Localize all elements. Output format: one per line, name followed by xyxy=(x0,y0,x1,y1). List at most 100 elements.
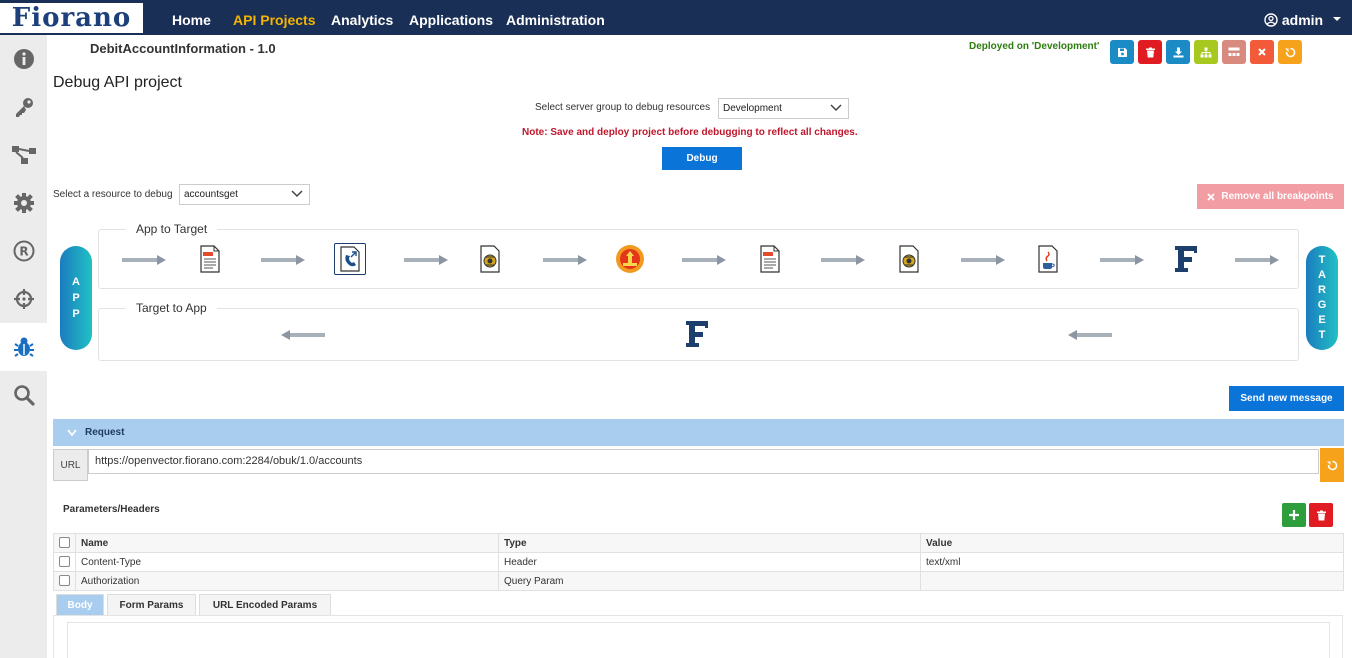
body-editor[interactable] xyxy=(67,622,1330,658)
close-project-button[interactable] xyxy=(1250,40,1274,64)
url-input[interactable]: https://openvector.fiorano.com:2284/obuk… xyxy=(88,449,1319,474)
java-policy-icon xyxy=(1038,245,1058,273)
param-name[interactable]: Authorization xyxy=(75,571,499,591)
delete-project-button[interactable] xyxy=(1138,40,1162,64)
flow-node[interactable] xyxy=(614,243,646,275)
sidebar-item-search[interactable] xyxy=(0,371,47,419)
resource-label: Select a resource to debug xyxy=(53,189,173,200)
table-row[interactable]: Content-Type Header text/xml xyxy=(53,552,1344,572)
sidebar-item-flows[interactable] xyxy=(0,131,47,179)
nav-analytics[interactable]: Analytics xyxy=(331,0,393,35)
resource-select[interactable]: accountsget xyxy=(179,184,310,205)
server-group-label: Select server group to debug resources xyxy=(535,102,711,113)
url-reset-button[interactable] xyxy=(1320,448,1344,482)
flow-node-selected[interactable] xyxy=(334,243,366,275)
select-all-cell xyxy=(53,533,76,553)
sidebar-item-keys[interactable] xyxy=(0,83,47,131)
app-letter: A xyxy=(72,276,80,288)
flow-arrow-right xyxy=(1100,255,1144,265)
column-header-type: Type xyxy=(498,533,921,553)
tab-body[interactable]: Body xyxy=(56,594,104,616)
flow-arrow-right xyxy=(404,255,448,265)
trash-icon xyxy=(1316,510,1326,520)
fiorano-f-icon xyxy=(686,321,708,347)
nav-administration[interactable]: Administration xyxy=(506,0,605,35)
sidebar-item-target[interactable] xyxy=(0,275,47,323)
add-param-button[interactable] xyxy=(1282,503,1306,527)
undeploy-icon xyxy=(1228,47,1240,56)
deploy-note: Note: Save and deploy project before deb… xyxy=(522,127,858,138)
remove-breakpoints-label: Remove all breakpoints xyxy=(1221,191,1334,202)
table-row[interactable]: Authorization Query Param xyxy=(53,571,1344,591)
flow-node[interactable] xyxy=(754,243,786,275)
search-icon xyxy=(13,385,35,406)
sidebar-item-info[interactable] xyxy=(0,35,47,83)
flow-arrow-right xyxy=(682,255,726,265)
user-menu[interactable]: admin xyxy=(1264,0,1342,35)
flow-icon xyxy=(11,146,36,164)
flow-node[interactable] xyxy=(1170,243,1202,275)
flow-arrow-right xyxy=(1235,255,1279,265)
project-title: DebitAccountInformation - 1.0 xyxy=(90,41,276,56)
debug-button[interactable]: Debug xyxy=(662,147,742,170)
target-to-app-title: Target to App xyxy=(126,301,217,315)
request-title: Request xyxy=(85,427,125,438)
nav-home[interactable]: Home xyxy=(172,0,211,35)
sidebar-item-registered[interactable]: R xyxy=(0,227,47,275)
flow-node[interactable] xyxy=(1032,243,1064,275)
save-button[interactable] xyxy=(1110,40,1134,64)
page-title: Debug API project xyxy=(53,74,182,91)
nav-api-projects[interactable]: API Projects xyxy=(233,0,315,35)
hierarchy-button[interactable] xyxy=(1194,40,1218,64)
close-icon xyxy=(1207,192,1215,201)
tab-url-encoded-params[interactable]: URL Encoded Params xyxy=(199,594,331,616)
app-letter: P xyxy=(72,292,80,304)
param-name[interactable]: Content-Type xyxy=(75,552,499,572)
variable-policy-icon xyxy=(760,245,780,273)
flow-arrow-left xyxy=(1068,330,1112,340)
sidebar: R xyxy=(0,35,47,658)
chevron-down-icon xyxy=(830,104,842,112)
server-group-select[interactable]: Development xyxy=(718,98,849,119)
undeploy-button[interactable] xyxy=(1222,40,1246,64)
sidebar-item-settings[interactable] xyxy=(0,179,47,227)
server-group-value: Development xyxy=(723,103,782,114)
fiorano-logo[interactable]: Fiorano xyxy=(0,3,143,33)
close-icon xyxy=(1258,48,1266,56)
chevron-down-icon xyxy=(291,190,303,198)
caret-down-icon xyxy=(1333,17,1341,21)
param-type[interactable]: Query Param xyxy=(498,571,921,591)
param-value[interactable]: text/xml xyxy=(920,552,1344,572)
hierarchy-icon xyxy=(1200,47,1212,57)
download-icon xyxy=(1173,47,1183,57)
flow-node[interactable] xyxy=(194,243,226,275)
remove-breakpoints-button[interactable]: Remove all breakpoints xyxy=(1197,184,1344,209)
trash-icon xyxy=(1145,47,1155,57)
flow-node[interactable] xyxy=(681,318,713,350)
sidebar-item-debug[interactable] xyxy=(0,323,47,371)
target-icon xyxy=(13,289,34,309)
flow-arrow-right xyxy=(543,255,587,265)
request-section-header[interactable]: Request xyxy=(53,419,1344,446)
table-header-row: Name Type Value xyxy=(53,533,1344,553)
param-value[interactable] xyxy=(920,571,1344,591)
delete-param-button[interactable] xyxy=(1309,503,1333,527)
flow-node[interactable] xyxy=(474,243,506,275)
flow-node[interactable] xyxy=(893,243,925,275)
row-checkbox[interactable] xyxy=(59,556,70,568)
fiorano-f-icon xyxy=(1175,246,1197,272)
url-label: URL xyxy=(53,449,88,481)
tab-form-params[interactable]: Form Params xyxy=(107,594,196,616)
row-checkbox[interactable] xyxy=(59,575,70,587)
nav-applications[interactable]: Applications xyxy=(409,0,493,35)
download-button[interactable] xyxy=(1166,40,1190,64)
param-type[interactable]: Header xyxy=(498,552,921,572)
send-new-message-button[interactable]: Send new message xyxy=(1229,386,1344,411)
target-letter: A xyxy=(1318,269,1326,281)
app-to-target-title: App to Target xyxy=(126,222,218,236)
column-header-value: Value xyxy=(920,533,1344,553)
user-circle-icon xyxy=(1264,13,1278,27)
registered-icon: R xyxy=(13,240,34,262)
select-all-checkbox[interactable] xyxy=(59,537,70,549)
refresh-button[interactable] xyxy=(1278,40,1302,64)
